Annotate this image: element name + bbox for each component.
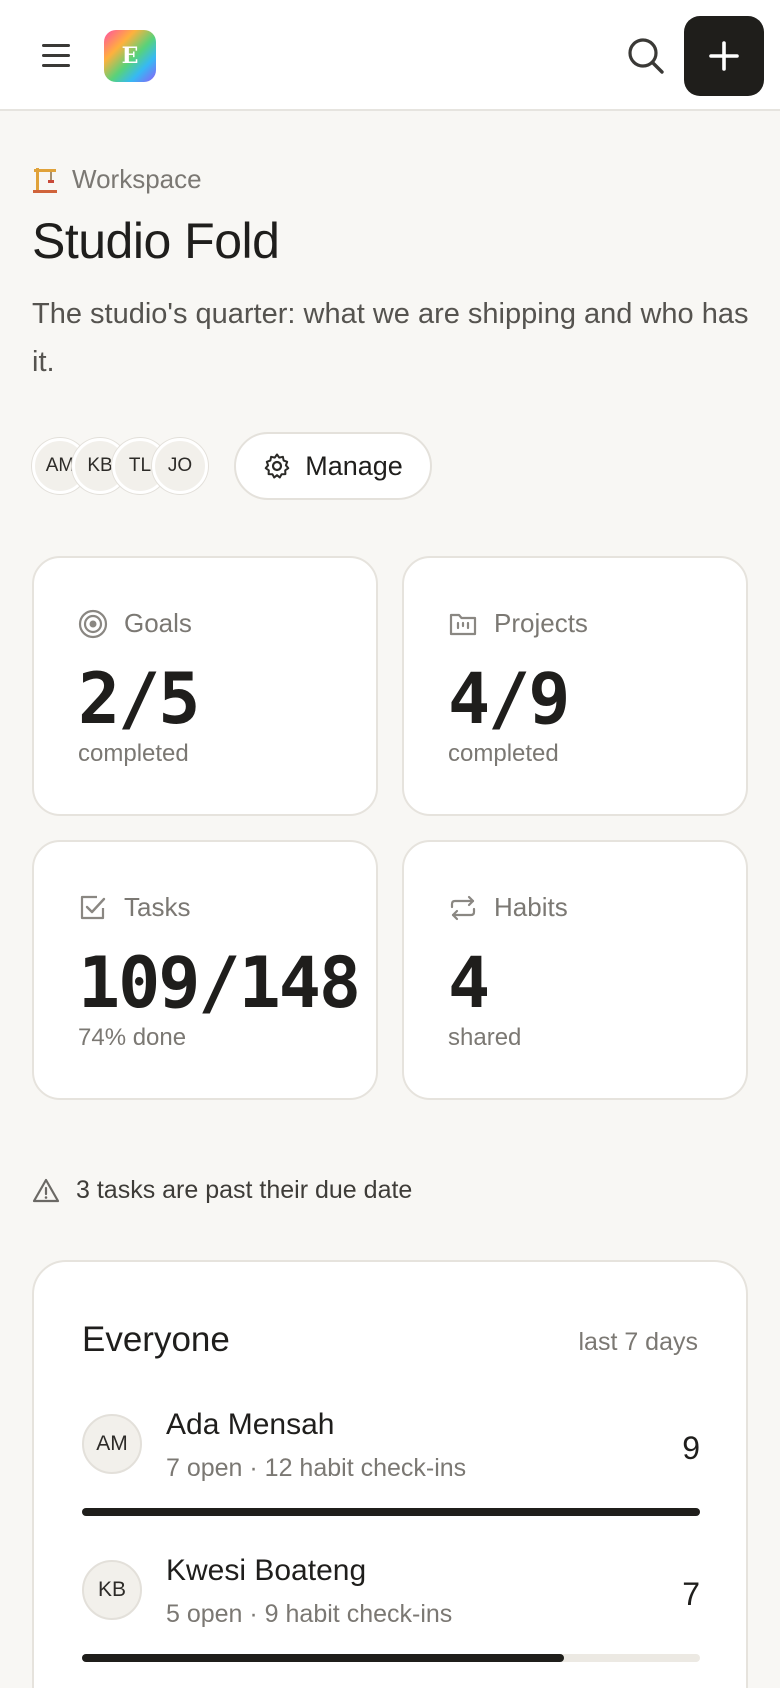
member-row[interactable]: AM Ada Mensah 7 open · 12 habit check-in…: [82, 1408, 700, 1538]
folder-icon: [449, 613, 477, 635]
member-progress-fill: [82, 1508, 700, 1516]
member-progress-fill: [82, 1654, 565, 1662]
menu-icon-line: [42, 44, 70, 47]
goals-value: 2/5: [78, 658, 200, 740]
tasks-card[interactable]: Tasks 109/148 74% done: [32, 840, 378, 1100]
breadcrumb-label[interactable]: Workspace: [72, 164, 202, 195]
avatar: JO: [152, 438, 208, 494]
projects-card[interactable]: Projects 4/9 completed: [402, 556, 748, 816]
everyone-title: Everyone: [82, 1320, 230, 1359]
avatar: AM: [82, 1414, 142, 1474]
member-name: Ada Mensah: [166, 1408, 335, 1441]
overdue-alert-text: 3 tasks are past their due date: [76, 1176, 413, 1204]
projects-label: Projects: [494, 608, 588, 638]
page-title: Studio Fold: [32, 213, 280, 269]
tasks-sub: 74% done: [78, 1024, 187, 1051]
member-count: 7: [682, 1576, 700, 1612]
habits-label: Habits: [494, 892, 568, 922]
member-avatars[interactable]: AM KB TL JO: [32, 438, 212, 494]
overdue-alert[interactable]: 3 tasks are past their due date: [32, 1176, 412, 1205]
top-bar: E: [0, 0, 780, 111]
warning-icon: [32, 1178, 60, 1202]
habits-card[interactable]: Habits 4 shared: [402, 840, 748, 1100]
member-progress-track: [82, 1508, 700, 1516]
page-description: The studio's quarter: what we are shippi…: [32, 298, 749, 378]
menu-button[interactable]: [38, 36, 78, 76]
tasks-label: Tasks: [124, 892, 191, 922]
member-count: 9: [682, 1430, 700, 1466]
projects-sub: completed: [448, 740, 559, 767]
habits-sub: shared: [448, 1024, 522, 1051]
gear-icon: [264, 453, 290, 479]
member-meta: 7 open · 12 habit check-ins: [166, 1454, 467, 1482]
projects-value: 4/9: [448, 658, 570, 740]
member-meta: 5 open · 9 habit check-ins: [166, 1600, 453, 1628]
target-icon: [78, 609, 108, 638]
add-button[interactable]: [684, 16, 764, 96]
plus-icon: [709, 41, 739, 71]
search-button[interactable]: [624, 34, 668, 78]
habits-value: 4: [448, 942, 490, 1024]
member-name: Kwesi Boateng: [166, 1554, 367, 1587]
menu-icon-line: [42, 54, 70, 57]
repeat-icon: [450, 895, 476, 920]
crane-icon: [33, 167, 57, 193]
everyone-panel: Everyone last 7 days AM Ada Mensah 7 ope…: [32, 1260, 748, 1688]
app-logo[interactable]: E: [104, 30, 156, 82]
member-progress-track: [82, 1654, 700, 1662]
goals-card[interactable]: Goals 2/5 completed: [32, 556, 378, 816]
menu-icon-line: [42, 64, 70, 67]
avatar: KB: [82, 1560, 142, 1620]
manage-button-label: Manage: [305, 450, 403, 481]
checkbox-icon: [80, 895, 106, 919]
manage-button[interactable]: Manage: [234, 432, 432, 500]
everyone-range[interactable]: last 7 days: [578, 1328, 698, 1357]
tasks-value: 109/148: [78, 942, 361, 1024]
goals-sub: completed: [78, 740, 189, 767]
goals-label: Goals: [124, 608, 192, 638]
breadcrumb: Workspace: [32, 164, 202, 195]
search-icon: [628, 38, 664, 74]
member-row[interactable]: KB Kwesi Boateng 5 open · 9 habit check-…: [82, 1554, 700, 1684]
